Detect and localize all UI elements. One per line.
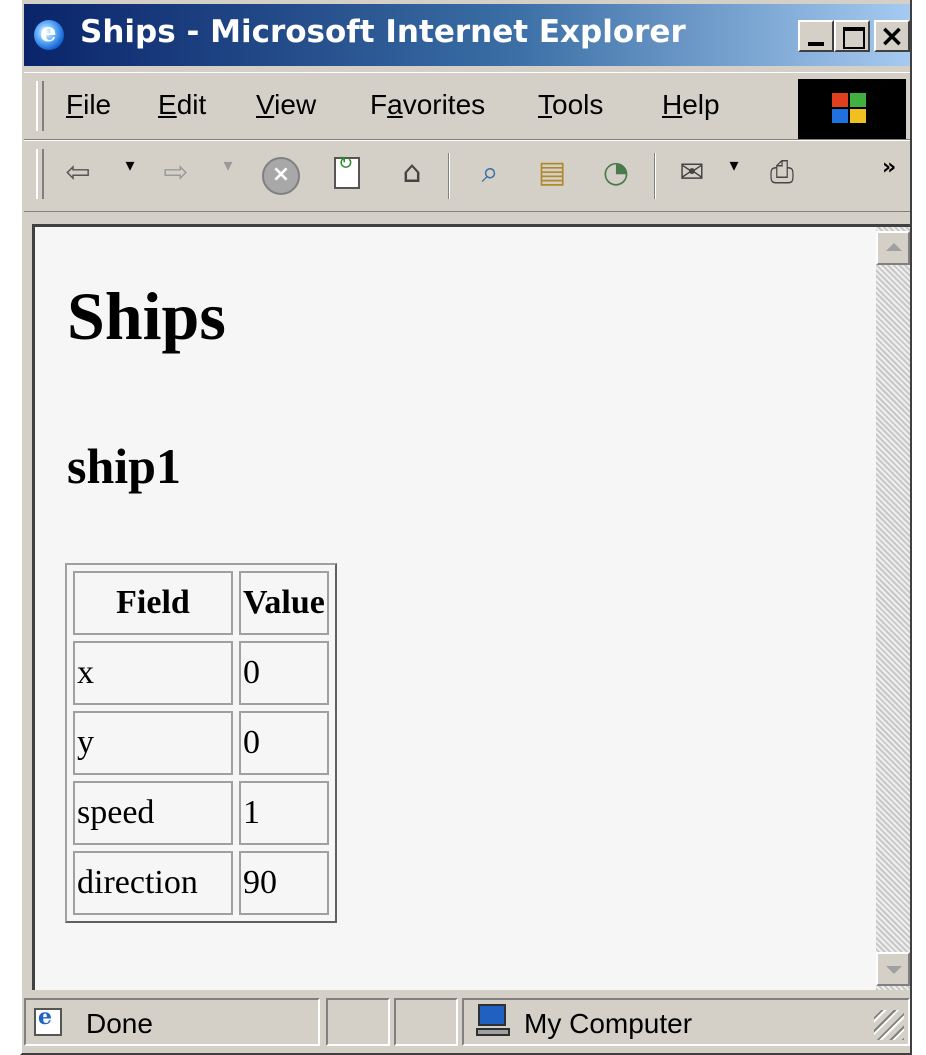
page-viewport: Ships ship1 Field Value x 0 y 0 speed 1 … [32, 224, 910, 990]
browser-window: e Ships - Microsoft Internet Explorer × … [20, 0, 912, 1055]
stop-icon[interactable]: × [262, 155, 302, 195]
scroll-up-icon [886, 243, 902, 251]
print-icon[interactable]: ⎙ [762, 155, 802, 195]
my-computer-icon [476, 1004, 510, 1038]
menu-bar: File Edit View Favorites Tools Help [24, 72, 910, 140]
vertical-scrollbar[interactable] [876, 227, 910, 990]
maximize-button[interactable] [834, 20, 870, 52]
status-panel-zone: My Computer [462, 998, 910, 1046]
page-title: Ships [67, 278, 226, 354]
table-row: direction 90 [73, 851, 329, 915]
table-row: x 0 [73, 641, 329, 705]
forward-icon[interactable]: ⇨ [156, 155, 196, 195]
window-title: Ships - Microsoft Internet Explorer [80, 14, 686, 50]
status-text: Done [86, 1008, 153, 1039]
menu-tools[interactable]: Tools [538, 89, 603, 121]
scroll-up-button[interactable] [876, 231, 910, 265]
ship-heading: ship1 [67, 438, 181, 494]
back-icon[interactable]: ⇦ [58, 155, 98, 195]
mail-icon[interactable]: ✉ [672, 155, 712, 195]
zone-text: My Computer [524, 1008, 693, 1039]
status-panel-progress [326, 998, 390, 1046]
field-cell: x [73, 641, 233, 705]
value-cell: 0 [239, 711, 329, 775]
field-cell: speed [73, 781, 233, 845]
ie-logo-icon[interactable]: e [34, 18, 64, 50]
standard-toolbar: ⇦ ▾ ⇨ ▾ × ↻ ⌂ ⌕ ▤ ◔ ✉ ▾ ⎙ » [24, 140, 910, 212]
favorites-icon[interactable]: ▤ [532, 155, 572, 195]
menu-view[interactable]: View [256, 89, 316, 121]
field-cell: direction [73, 851, 233, 915]
title-bar[interactable]: e Ships - Microsoft Internet Explorer × [24, 4, 910, 66]
menu-file[interactable]: File [66, 89, 111, 121]
value-cell: 0 [239, 641, 329, 705]
maximize-icon [843, 27, 865, 49]
close-button[interactable]: × [874, 19, 910, 54]
close-icon: × [879, 19, 905, 54]
windows-flag-icon [832, 93, 868, 125]
minimize-icon [808, 42, 824, 46]
toolbar-separator [654, 153, 656, 199]
page-done-icon: e [34, 1004, 62, 1036]
windows-logo-throbber [798, 79, 906, 139]
history-icon[interactable]: ◔ [596, 155, 636, 195]
menubar-grip[interactable] [36, 81, 44, 131]
menu-favorites[interactable]: Favorites [370, 89, 485, 121]
value-cell: 1 [239, 781, 329, 845]
toolbar-overflow-chevron[interactable]: » [882, 155, 896, 180]
ship-fields-table: Field Value x 0 y 0 speed 1 direction 90 [65, 563, 337, 923]
forward-dropdown-icon[interactable]: ▾ [218, 155, 238, 195]
value-cell: 90 [239, 851, 329, 915]
resize-grip[interactable] [874, 1010, 904, 1040]
scroll-down-icon [886, 966, 902, 974]
search-icon[interactable]: ⌕ [470, 155, 510, 195]
column-header-field: Field [73, 571, 233, 635]
scroll-down-button[interactable] [876, 952, 910, 986]
refresh-icon[interactable]: ↻ [328, 153, 368, 195]
column-header-value: Value [239, 571, 329, 635]
table-row: y 0 [73, 711, 329, 775]
status-bar: e Done My Computer [24, 996, 910, 1048]
menu-help[interactable]: Help [662, 89, 720, 121]
field-cell: y [73, 711, 233, 775]
toolbar-grip[interactable] [36, 149, 44, 199]
back-dropdown-icon[interactable]: ▾ [120, 155, 140, 195]
status-panel-security [394, 998, 458, 1046]
table-header-row: Field Value [73, 571, 329, 635]
home-icon[interactable]: ⌂ [392, 155, 432, 195]
menu-edit[interactable]: Edit [158, 89, 206, 121]
mail-dropdown-icon[interactable]: ▾ [724, 155, 744, 195]
table-row: speed 1 [73, 781, 329, 845]
toolbar-separator [448, 153, 450, 199]
minimize-button[interactable] [798, 20, 834, 52]
status-panel-main: e Done [24, 998, 320, 1046]
